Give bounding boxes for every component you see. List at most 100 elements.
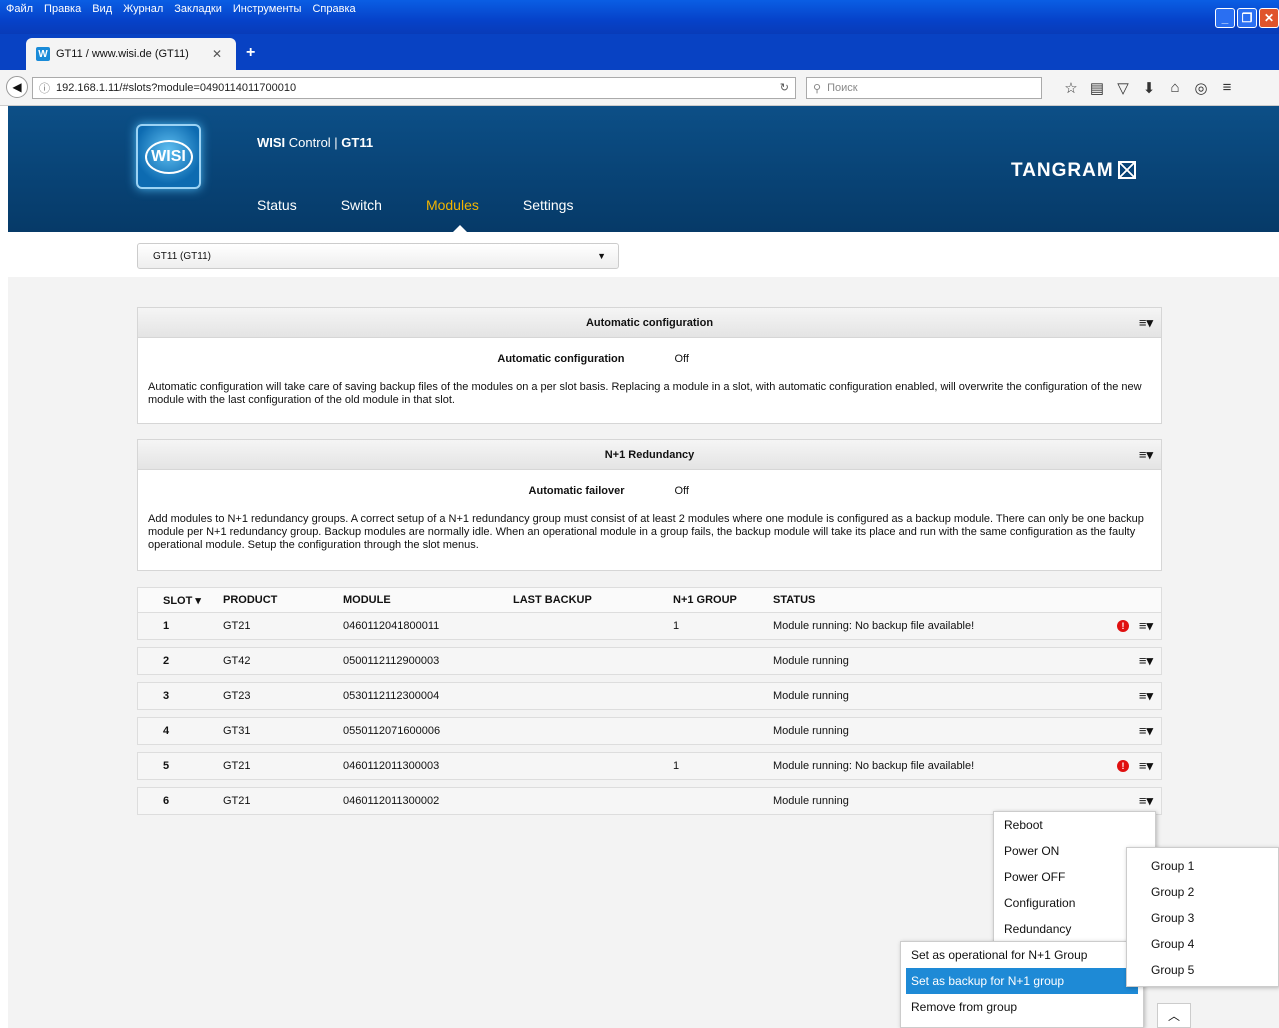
row-menu-icon[interactable]: ≡▾: [1139, 688, 1153, 704]
row-menu-icon[interactable]: ≡▾: [1139, 793, 1153, 809]
app-title: WISI Control | GT11: [257, 135, 374, 150]
module-cell: 0550112071600006: [343, 725, 441, 737]
download-icon[interactable]: ⬇: [1136, 79, 1162, 97]
close-window-button[interactable]: ✕: [1259, 8, 1279, 28]
menu-group-5[interactable]: Group 5: [1127, 957, 1278, 983]
status-cell: Module running: No backup file available…: [773, 620, 975, 632]
warning-icon[interactable]: !: [1117, 760, 1129, 772]
restore-button[interactable]: ❐: [1237, 8, 1257, 28]
module-cell: 0460112041800011: [343, 620, 440, 632]
status-cell: Module running: [773, 725, 849, 737]
menu-group-3[interactable]: Group 3: [1127, 905, 1278, 931]
group-cell: 1: [673, 760, 680, 772]
status-cell: Module running: [773, 795, 849, 807]
failover-key: Automatic failover: [528, 485, 625, 497]
auto-config-value: Off: [674, 353, 689, 365]
header-group: N+1 GROUP: [673, 594, 737, 606]
sync-icon[interactable]: ◎: [1188, 79, 1214, 97]
menu-group-1[interactable]: Group 1: [1127, 853, 1278, 879]
row-menu-icon[interactable]: ≡▾: [1139, 758, 1153, 774]
app-header: WISI WISI Control | GT11 TANGRAM Status …: [8, 106, 1279, 232]
browser-window: Файл Правка Вид Журнал Закладки Инструме…: [0, 0, 1279, 1028]
url-bar[interactable]: ⓘ 192.168.1.11/#slots?module=04901140117…: [32, 77, 796, 99]
nav-settings[interactable]: Settings: [523, 197, 574, 213]
table-row: 1 GT21 0460112041800011 1 Module running: No…: [137, 612, 1162, 640]
search-input[interactable]: ⚲ Поиск: [806, 77, 1042, 99]
product-cell: GT21: [223, 760, 251, 772]
menu-set-backup[interactable]: Set as backup for N+1 group: [906, 968, 1138, 994]
browser-tab[interactable]: W GT11 / www.wisi.de (GT11) ✕: [26, 38, 236, 70]
module-cell: 0530112112300004: [343, 690, 440, 702]
header-slot[interactable]: SLOT ▾: [138, 594, 223, 607]
dropdown-arrow-icon: ▼: [597, 251, 606, 261]
navigation-bar: ◀ ⓘ 192.168.1.11/#slots?module=049011401…: [0, 70, 1279, 106]
row-menu-icon[interactable]: ≡▾: [1139, 723, 1153, 739]
panel-menu-icon[interactable]: ≡▾: [1139, 315, 1153, 331]
url-text: 192.168.1.11/#slots?module=0490114011700…: [56, 82, 297, 94]
redundancy-panel: N+1 Redundancy ≡▾ Automatic failover Off…: [137, 439, 1162, 571]
module-cell: 0460112011300003: [343, 760, 440, 772]
menu-group-4[interactable]: Group 4: [1127, 931, 1278, 957]
slot-cell: 2: [163, 655, 170, 667]
back-button[interactable]: ◀: [6, 76, 28, 98]
bookmark-star-icon[interactable]: ☆: [1058, 79, 1084, 97]
module-select[interactable]: GT11 (GT11) ▼: [137, 243, 619, 269]
pocket-icon[interactable]: ▽: [1110, 79, 1136, 97]
header-status: STATUS: [773, 594, 816, 606]
minimize-button[interactable]: _: [1215, 8, 1235, 28]
search-placeholder: Поиск: [827, 82, 858, 94]
menu-file[interactable]: Файл: [6, 3, 33, 15]
menu-bar: Файл Правка Вид Журнал Закладки Инструме…: [6, 3, 367, 15]
menu-edit[interactable]: Правка: [44, 3, 81, 15]
nav-modules[interactable]: Modules: [426, 197, 479, 213]
auto-config-description: Automatic configuration will take care o…: [148, 381, 1142, 406]
slot-cell: 1: [163, 620, 170, 632]
tangram-logo: TANGRAM: [1011, 160, 1136, 182]
hamburger-menu-icon[interactable]: ≡: [1214, 79, 1240, 97]
row-menu-icon[interactable]: ≡▾: [1139, 653, 1153, 669]
menu-view[interactable]: Вид: [92, 3, 112, 15]
nav-switch[interactable]: Switch: [341, 197, 382, 213]
module-select-value: GT11 (GT11): [153, 250, 211, 262]
panel-menu-icon[interactable]: ≡▾: [1139, 447, 1153, 463]
home-icon[interactable]: ⌂: [1162, 79, 1188, 97]
scroll-to-top-button[interactable]: ︿: [1157, 1003, 1191, 1028]
row-menu-icon[interactable]: ≡▾: [1139, 618, 1153, 634]
info-icon[interactable]: ⓘ: [39, 80, 50, 96]
table-row: 4 GT31 0550112071600006 Module running ≡▾: [137, 717, 1162, 745]
slot-cell: 6: [163, 795, 170, 807]
slot-cell: 4: [163, 725, 170, 737]
menu-tools[interactable]: Инструменты: [233, 3, 302, 15]
menu-reboot[interactable]: Reboot: [994, 812, 1155, 838]
new-tab-button[interactable]: +: [246, 44, 255, 62]
title-bar: Файл Правка Вид Журнал Закладки Инструме…: [0, 0, 1279, 34]
slot-cell: 5: [163, 760, 170, 772]
header-module: MODULE: [343, 594, 391, 606]
failover-value: Off: [674, 485, 689, 497]
menu-bookmarks[interactable]: Закладки: [174, 3, 222, 15]
menu-history[interactable]: Журнал: [123, 3, 163, 15]
reload-icon[interactable]: ↻: [780, 81, 789, 94]
slot-cell: 3: [163, 690, 170, 702]
tab-strip: W GT11 / www.wisi.de (GT11) ✕ +: [0, 34, 1279, 70]
status-cell: Module running: No backup file available…: [773, 760, 975, 772]
product-cell: GT21: [223, 620, 251, 632]
redundancy-header: N+1 Redundancy ≡▾: [138, 440, 1161, 470]
menu-set-operational[interactable]: Set as operational for N+1 Group: [901, 942, 1143, 968]
warning-icon[interactable]: !: [1117, 620, 1129, 632]
redundancy-submenu: Set as operational for N+1 Group Set as …: [900, 941, 1144, 1028]
active-nav-caret: [453, 225, 467, 232]
wisi-logo[interactable]: WISI: [136, 124, 201, 189]
table-row: 5 GT21 0460112011300003 1 Module running: No…: [137, 752, 1162, 780]
close-tab-icon[interactable]: ✕: [212, 47, 222, 61]
menu-help[interactable]: Справка: [312, 3, 355, 15]
product-cell: GT42: [223, 655, 251, 667]
header-last-backup: LAST BACKUP: [513, 594, 592, 606]
status-cell: Module running: [773, 655, 849, 667]
group-submenu: Group 1 Group 2 Group 3 Group 4 Group 5: [1126, 847, 1279, 987]
menu-group-2[interactable]: Group 2: [1127, 879, 1278, 905]
reading-list-icon[interactable]: ▤: [1084, 79, 1110, 97]
auto-config-panel: Automatic configuration ≡▾ Automatic con…: [137, 307, 1162, 424]
nav-status[interactable]: Status: [257, 197, 297, 213]
menu-remove-from-group[interactable]: Remove from group: [901, 994, 1143, 1020]
